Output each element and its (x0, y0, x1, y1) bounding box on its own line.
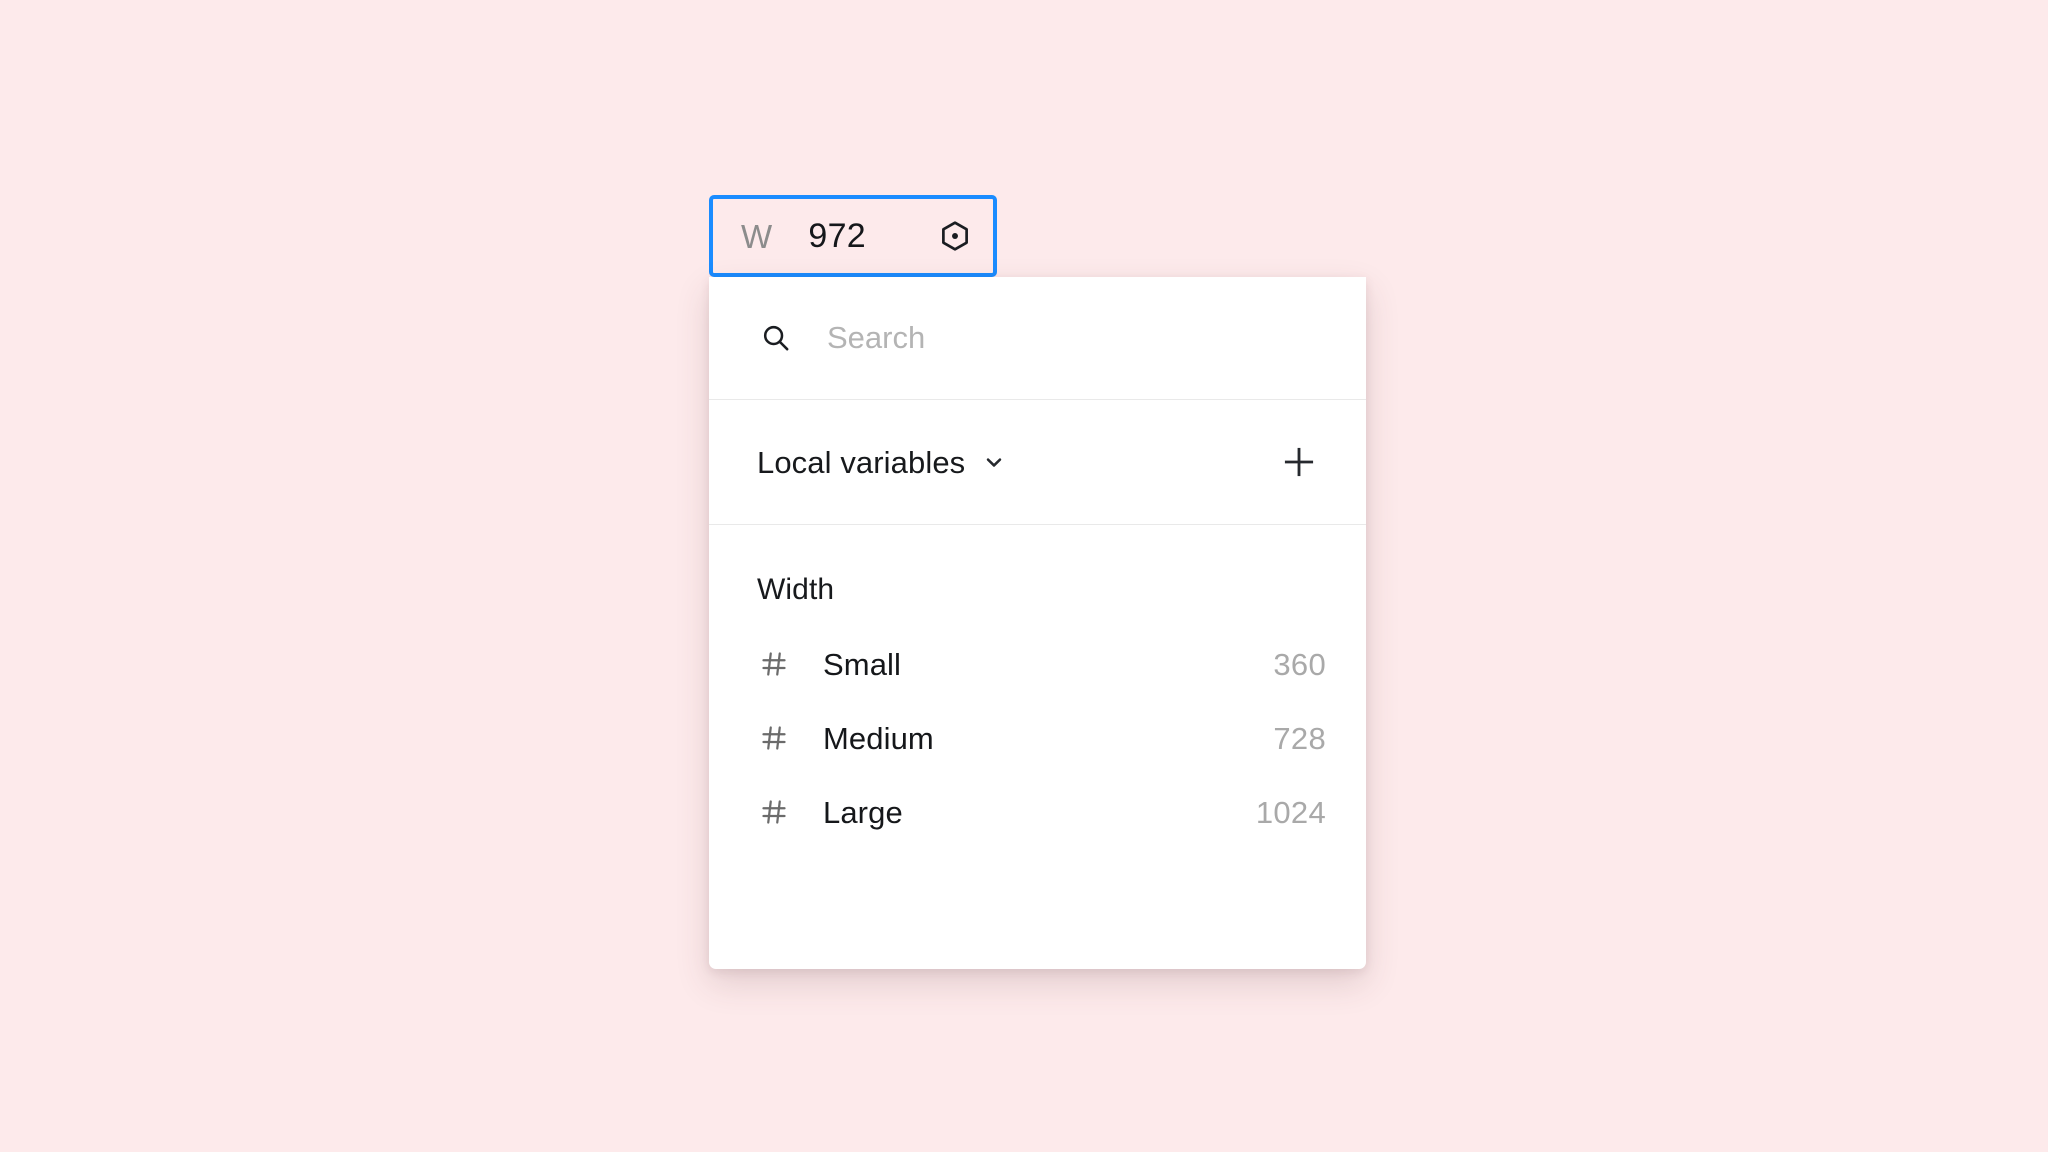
variables-dropdown-panel: Local variables Width (709, 277, 1366, 969)
width-input-field[interactable]: W 972 (709, 195, 997, 277)
variable-value: 728 (1273, 720, 1326, 756)
search-row[interactable] (709, 277, 1366, 399)
hexagon-variable-icon[interactable] (935, 216, 975, 256)
list-item[interactable]: Medium 728 (709, 701, 1366, 775)
variable-list: Width Small 360 Medium 728 Large 1024 (709, 525, 1366, 849)
hash-icon (757, 721, 791, 755)
add-variable-button[interactable] (1276, 439, 1322, 485)
search-input[interactable] (827, 320, 1307, 356)
screen: W 972 Local variables (0, 0, 2048, 1152)
variable-name: Large (823, 794, 903, 830)
width-field-label: W (741, 217, 773, 255)
chevron-down-icon[interactable] (981, 449, 1007, 475)
search-icon (757, 319, 795, 357)
variable-name: Small (823, 646, 902, 682)
hash-icon (757, 647, 791, 681)
group-label-width: Width (757, 573, 835, 606)
variable-value: 1024 (1255, 794, 1326, 830)
variable-name: Medium (823, 720, 934, 756)
variable-value: 360 (1273, 646, 1326, 682)
collection-title[interactable]: Local variables (757, 447, 965, 478)
hash-icon (757, 795, 791, 829)
variable-group-width: Small 360 Medium 728 Large 1024 (709, 627, 1366, 849)
collection-row: Local variables (709, 400, 1366, 524)
list-item[interactable]: Large 1024 (709, 775, 1366, 849)
list-item[interactable]: Small 360 (709, 627, 1366, 701)
width-field-value[interactable]: 972 (808, 219, 866, 253)
